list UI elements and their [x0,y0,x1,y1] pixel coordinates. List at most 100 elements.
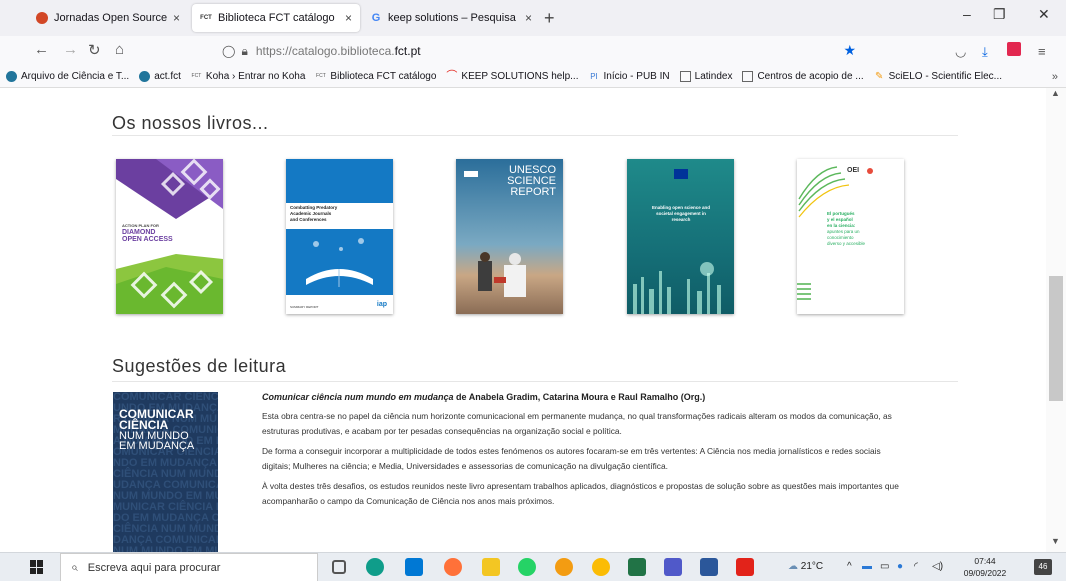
suggestion-authors: de Anabela Gradim, Catarina Moura e Raul… [453,392,706,402]
bookmark-item[interactable]: Centros de acopio de ... [742,71,864,82]
home-button[interactable]: ⌂ [115,41,124,58]
search-icon: ⌕ [71,560,78,574]
tab-title: keep solutions – Pesquisa Goog [388,12,519,24]
url-bar[interactable]: ◯ 🔒︎ https://catalogo.biblioteca.fct.pt [216,39,871,63]
restore-button[interactable]: ❐ [993,6,1006,23]
cover-title: COMUNICAR CIÊNCIA NUM MUNDO EM MUDANÇA [119,407,195,452]
bookmark-item[interactable]: act.fct [139,71,181,82]
bookmark-label: Koha › Entrar no Koha [205,71,306,82]
book-title: Enabling open science and societal engag… [651,205,710,222]
suggestion-description: Comunicar ciência num mundo em mudança d… [262,390,902,514]
tab-strip: Jornadas Open Source_Apresen × FCT Bibli… [0,0,1066,36]
lock-icon[interactable]: 🔒︎ [241,44,247,59]
fct-icon: FCT [191,73,202,79]
windows-start-button[interactable] [30,560,44,574]
book-cover-combatting-predatory[interactable]: Combatting Predatory Academic Journals a… [286,159,393,314]
pub-icon: PI [590,72,598,81]
bookmark-item[interactable]: Latindex [679,71,732,82]
outlook-icon[interactable] [405,558,423,576]
bookmark-star-icon[interactable]: ★ [843,42,856,59]
cover-photo [478,252,526,297]
suggestion-paragraph: À volta destes três desafios, os estudos… [262,481,899,506]
bookmarks-bar: Arquivo de Ciência e T... act.fct FCT Ko… [0,66,1066,88]
bookmark-label: Centros de acopio de ... [757,71,864,82]
chrome-icon[interactable] [592,558,610,576]
page-content: Os nossos livros... ACTION PLAN FOR DIAM… [0,88,1046,552]
battery-icon[interactable]: ▭ [880,561,889,572]
menu-icon[interactable]: ≡ [1038,44,1046,59]
iap-logo: iap [376,301,387,308]
tab-keep-solutions[interactable]: G keep solutions – Pesquisa Goog × [362,4,540,32]
tab-biblioteca[interactable]: FCT Biblioteca FCT catálogo × [192,4,360,32]
close-icon[interactable]: × [173,11,180,25]
bookmark-item[interactable]: ⌒ KEEP SOLUTIONS help... [446,71,579,83]
close-window-button[interactable]: ✕ [1038,6,1050,23]
suggestion-book-cover[interactable]: COMUNICAR CIÊNCIA NUM MUNDO EM MUDANÇA C… [113,392,218,552]
clock[interactable]: 07:44 09/09/2022 [960,555,1010,579]
suggestion-headline: Comunicar ciência num mundo em mudança d… [262,390,902,405]
book-cover-el-portugues-y-el-espanol[interactable]: OEI El portugués y el español en la cien… [797,159,904,314]
extension-icon[interactable] [1007,42,1021,56]
edge-icon[interactable] [366,558,384,576]
scrollbar-thumb[interactable] [1049,276,1063,401]
bookmark-item[interactable]: FCT Biblioteca FCT catálogo [315,71,436,82]
bookmarks-overflow-button[interactable]: » [1052,71,1058,83]
back-button[interactable]: ← [34,41,49,58]
taskbar-search-input[interactable]: ⌕ Escreva aqui para procurar [60,553,318,581]
clock-date: 09/09/2022 [963,568,1007,578]
wifi-icon[interactable]: ◜ [914,561,918,572]
onedrive-icon[interactable]: ▬ [862,561,872,572]
divider [112,135,958,136]
page-scrollbar[interactable]: ▲ ▼ [1046,88,1066,552]
file-explorer-icon[interactable] [482,558,500,576]
pocket-icon[interactable]: ◡ [955,44,966,60]
book-title: El portugués y el español en la ciencia:… [827,211,866,246]
bookmark-label: act.fct [154,71,181,82]
tab-title: Jornadas Open Source_Apresen [54,12,167,24]
google-icon: G [371,12,381,24]
url-text: https://catalogo.biblioteca.fct.pt [255,44,421,58]
whatsapp-icon[interactable] [518,558,536,576]
shield-icon[interactable]: ◯ [222,44,235,58]
book-cover-enabling-open-science[interactable]: Enabling open science and societal engag… [627,159,734,314]
book-cover-unesco-science-report[interactable]: UNESCO SCIENCE REPORT [456,159,563,314]
bookmark-item[interactable]: FCT Koha › Entrar no Koha [191,71,306,82]
tab-jornadas[interactable]: Jornadas Open Source_Apresen × [28,4,188,32]
book-cover-diamond-open-access[interactable]: ACTION PLAN FOR DIAMOND OPEN ACCESS [116,159,223,314]
close-icon[interactable]: × [345,11,352,25]
eu-flag-icon [674,169,688,179]
powerpoint-icon [36,12,48,24]
book-title: ACTION PLAN FOR DIAMOND OPEN ACCESS [122,223,173,243]
bookmark-item[interactable]: Arquivo de Ciência e T... [6,71,129,82]
scroll-down-arrow-icon[interactable]: ▼ [1051,536,1060,546]
bookmark-item[interactable]: PI Início - PUB IN [589,71,669,82]
new-tab-button[interactable]: + [544,8,555,29]
firefox-icon[interactable] [444,558,462,576]
scielo-icon: ✎ [874,71,884,82]
image-icon [679,71,691,82]
scroll-up-arrow-icon[interactable]: ▲ [1051,88,1060,98]
word-icon[interactable] [700,558,718,576]
suggestion-title[interactable]: Comunicar ciência num mundo em mudança [262,392,454,402]
weather-widget[interactable]: ☁ 21°C [788,561,823,572]
teams-icon[interactable] [664,558,682,576]
forward-button[interactable]: → [63,41,78,58]
wordpress-icon [139,71,151,82]
bookmark-label: KEEP SOLUTIONS help... [461,71,579,82]
download-icon[interactable]: ⤓ [982,44,988,60]
tray-chevron-icon[interactable]: ^ [847,561,852,572]
excel-icon[interactable] [628,558,646,576]
reload-button[interactable]: ↻ [88,41,101,59]
app-icon[interactable] [555,558,573,576]
network-icon[interactable]: ● [897,561,903,572]
suggestions-section-title: Sugestões de leitura [112,356,287,376]
volume-icon[interactable]: ◁) [932,561,943,572]
acrobat-icon[interactable] [736,558,754,576]
minimize-button[interactable]: – [963,6,971,22]
weather-temp: 21°C [800,561,824,572]
bookmark-item[interactable]: ✎ SciELO - Scientific Elec... [874,71,1002,82]
notifications-badge[interactable]: 46 [1034,559,1052,575]
close-icon[interactable]: × [525,11,532,25]
search-placeholder: Escreva aqui para procurar [87,561,221,574]
task-view-icon[interactable] [332,560,346,574]
